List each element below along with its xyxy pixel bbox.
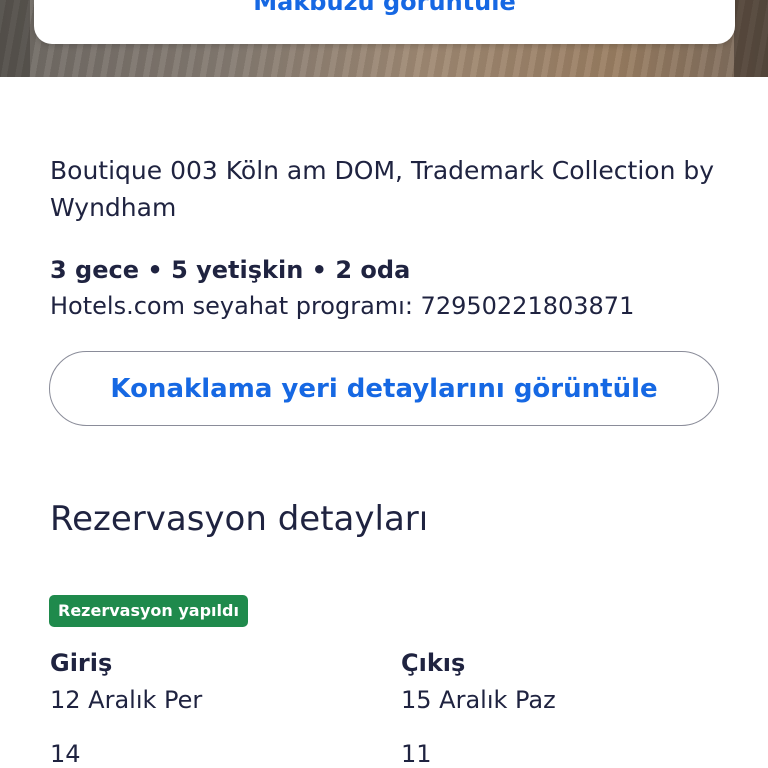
check-in-time: 14 <box>50 740 81 768</box>
view-property-details-button[interactable]: Konaklama yeri detaylarını görüntüle <box>49 351 719 426</box>
hotel-photo-shade-right <box>734 0 768 77</box>
status-badge: Rezervasyon yapıldı <box>49 595 248 627</box>
hotel-photo-banner: Makbuzu görüntüle <box>0 0 768 77</box>
stay-summary: 3 gece • 5 yetişkin • 2 oda <box>50 256 411 284</box>
hotel-name: Boutique 003 Köln am DOM, Trademark Coll… <box>50 156 715 222</box>
check-in-date: 12 Aralık Per <box>50 686 203 714</box>
check-out-label: Çıkış <box>401 649 466 677</box>
reservation-details-title: Rezervasyon detayları <box>50 499 429 539</box>
view-receipt-link[interactable]: Makbuzu görüntüle <box>34 0 735 16</box>
hotel-photo-shade-left <box>0 0 30 77</box>
check-out-block: Çıkış 15 Aralık Paz 11 <box>401 645 556 768</box>
check-in-label: Giriş <box>50 649 113 677</box>
itinerary-number: Hotels.com seyahat programı: 72950221803… <box>50 292 635 320</box>
check-out-time: 11 <box>401 740 432 768</box>
receipt-card: Makbuzu görüntüle <box>34 0 735 44</box>
check-in-block: Giriş 12 Aralık Per 14 <box>50 645 202 768</box>
check-out-date: 15 Aralık Paz <box>401 686 556 714</box>
